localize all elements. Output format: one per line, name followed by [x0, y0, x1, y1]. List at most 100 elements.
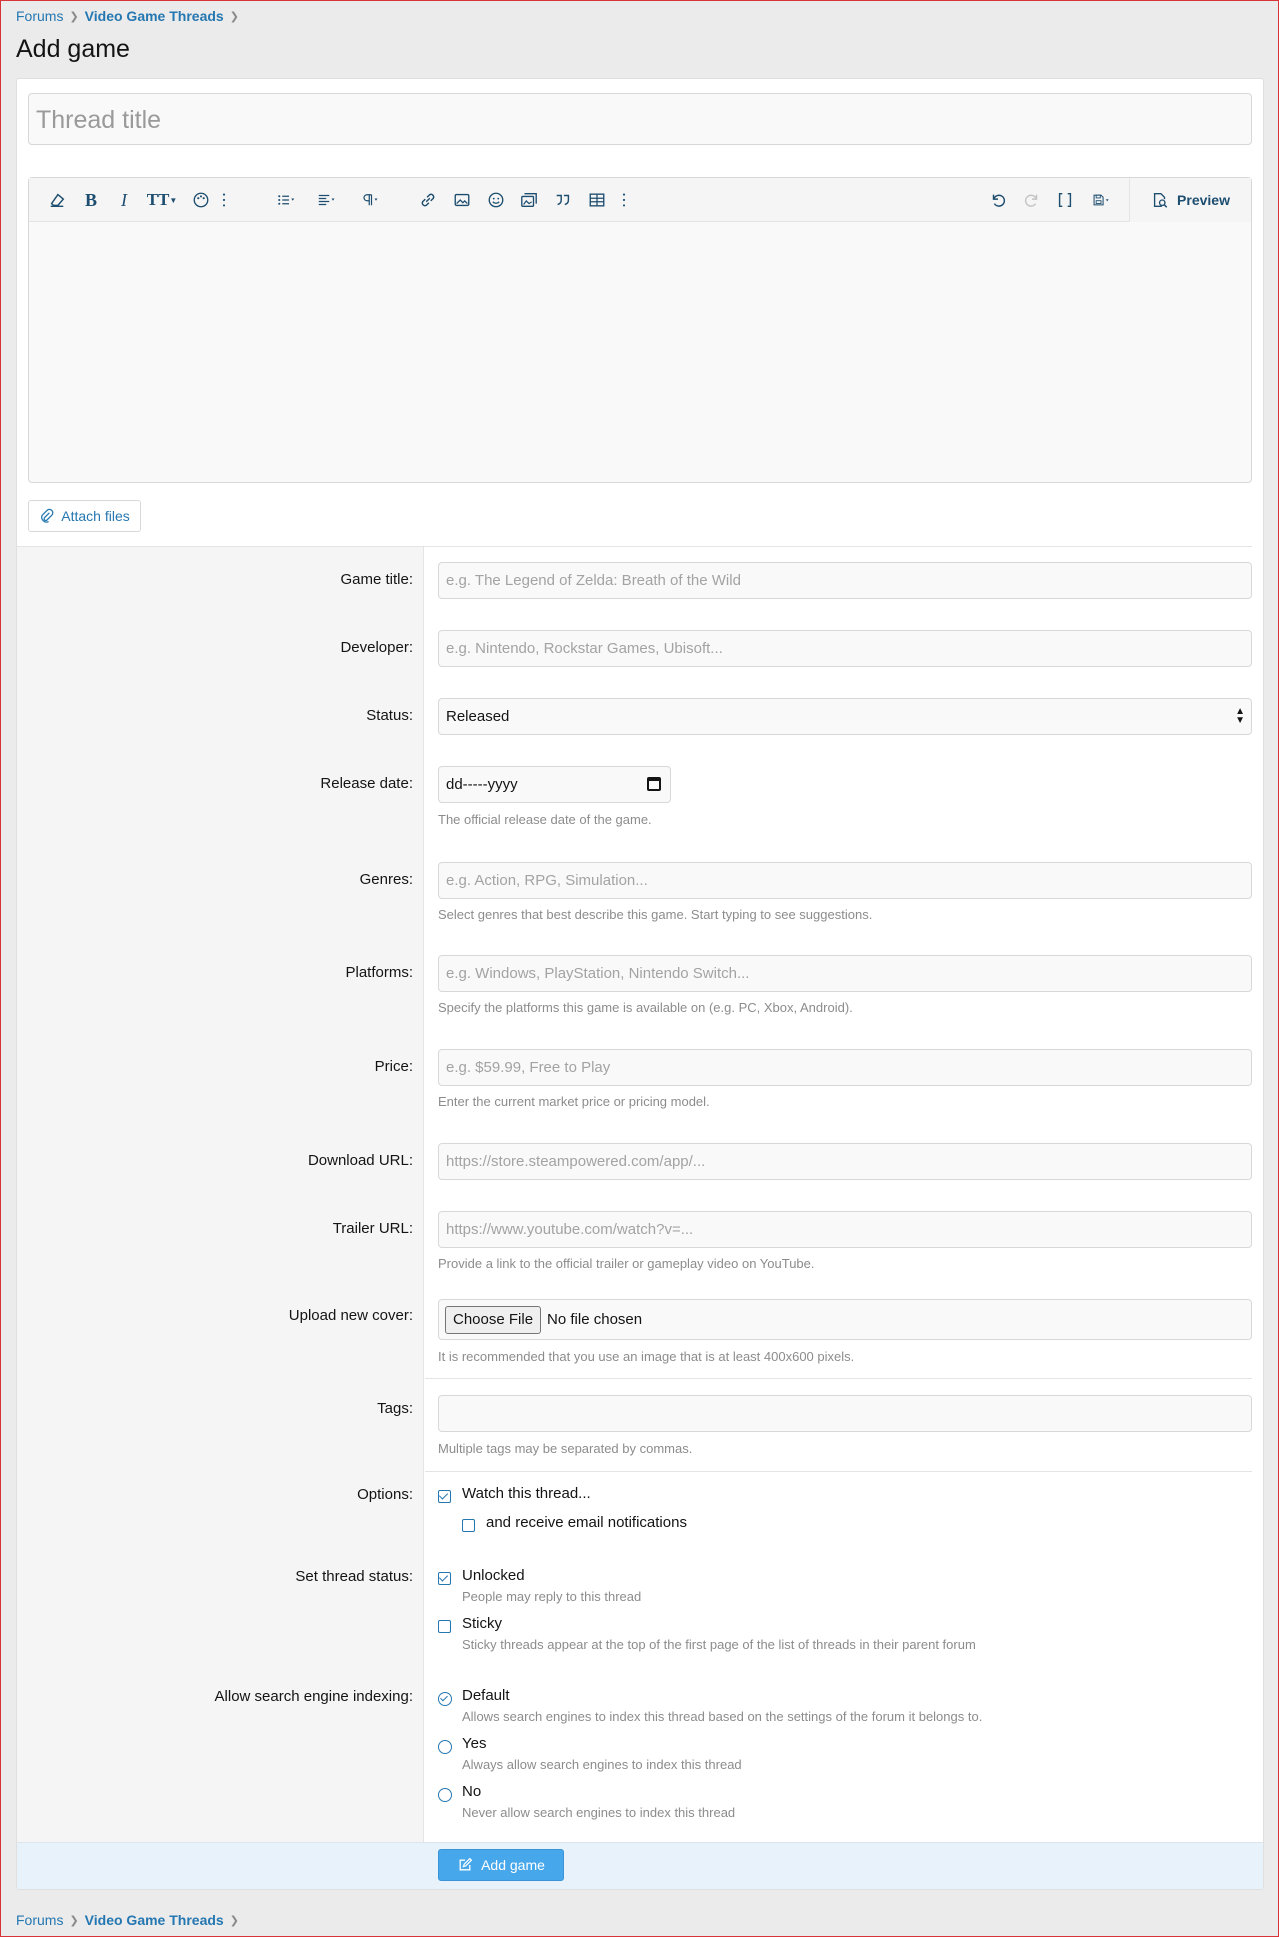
eraser-icon[interactable]: [44, 188, 70, 212]
divider: [425, 1471, 1252, 1472]
image-icon[interactable]: [449, 188, 475, 212]
tags-label: Tags:: [377, 1400, 413, 1417]
indexing-no-label[interactable]: No: [462, 1783, 481, 1800]
indexing-default-hint: Allows search engines to index this thre…: [462, 1709, 983, 1724]
game-title-input[interactable]: e.g. The Legend of Zelda: Breath of the …: [438, 562, 1252, 599]
indexing-no-radio[interactable]: [438, 1788, 452, 1802]
price-hint: Enter the current market price or pricin…: [438, 1094, 710, 1109]
release-date-value: dd-----yyyy: [446, 776, 518, 793]
watch-thread-label[interactable]: Watch this thread...: [462, 1485, 591, 1502]
select-arrows-icon: ▲ ▼: [1235, 706, 1245, 726]
bold-icon[interactable]: B: [78, 188, 104, 212]
download-url-input[interactable]: https://store.steampowered.com/app/...: [438, 1143, 1252, 1180]
media-icon[interactable]: [516, 188, 542, 212]
preview-button[interactable]: Preview: [1129, 178, 1251, 222]
indexing-no-hint: Never allow search engines to index this…: [462, 1805, 736, 1820]
more-icon[interactable]: [611, 188, 637, 212]
thread-status-label: Set thread status:: [295, 1568, 413, 1585]
breadcrumb-bottom: Forums ❯ Video Game Threads ❯: [16, 1912, 239, 1928]
tags-input[interactable]: [438, 1395, 1252, 1432]
undo-icon[interactable]: [985, 188, 1011, 212]
cover-hint: It is recommended that you use an image …: [438, 1349, 855, 1364]
sticky-checkbox[interactable]: [438, 1620, 451, 1633]
sticky-label[interactable]: Sticky: [462, 1615, 502, 1632]
release-date-input[interactable]: dd-----yyyy: [438, 766, 671, 803]
thread-title-input[interactable]: Thread title: [28, 93, 1252, 145]
preview-icon: [1153, 193, 1168, 208]
game-title-label: Game title:: [340, 571, 413, 588]
submit-row: Add game: [17, 1842, 1263, 1889]
list-icon[interactable]: [270, 188, 302, 212]
release-date-hint: The official release date of the game.: [438, 812, 652, 827]
sticky-hint: Sticky threads appear at the top of the …: [462, 1637, 976, 1652]
italic-icon[interactable]: I: [111, 188, 137, 212]
genres-input[interactable]: e.g. Action, RPG, Simulation...: [438, 862, 1252, 899]
developer-label: Developer:: [340, 639, 413, 656]
table-icon[interactable]: [584, 188, 610, 212]
redo-icon[interactable]: [1019, 188, 1045, 212]
tags-hint: Multiple tags may be separated by commas…: [438, 1441, 693, 1456]
price-input[interactable]: e.g. $59.99, Free to Play: [438, 1049, 1252, 1086]
indexing-default-radio[interactable]: [438, 1692, 452, 1706]
breadcrumb: Forums ❯ Video Game Threads ❯: [16, 8, 239, 24]
unlocked-hint: People may reply to this thread: [462, 1589, 642, 1604]
quote-icon[interactable]: [550, 188, 576, 212]
drafts-icon[interactable]: [1084, 188, 1118, 212]
form-label-column: [17, 547, 424, 1842]
rich-text-editor[interactable]: B I TT ▼ Preview: [28, 177, 1252, 483]
status-value: Released: [446, 708, 510, 725]
cover-label: Upload new cover:: [288, 1307, 413, 1324]
watch-thread-checkbox[interactable]: [438, 1490, 451, 1503]
unlocked-label[interactable]: Unlocked: [462, 1567, 525, 1584]
more-icon[interactable]: [211, 188, 237, 212]
breadcrumb-section[interactable]: Video Game Threads: [85, 1912, 224, 1928]
price-label: Price:: [374, 1058, 413, 1075]
chevron-right-icon: ❯: [69, 1914, 79, 1927]
add-game-button[interactable]: Add game: [438, 1849, 564, 1881]
preview-label: Preview: [1177, 192, 1230, 208]
paragraph-icon[interactable]: [354, 188, 386, 212]
chevron-right-icon: ❯: [229, 1914, 239, 1927]
trailer-url-input[interactable]: https://www.youtube.com/watch?v=...: [438, 1211, 1252, 1248]
chevron-right-icon: ❯: [229, 10, 239, 23]
trailer-url-hint: Provide a link to the official trailer o…: [438, 1256, 815, 1271]
form-block: Thread title B I TT ▼ Preview Attach fil…: [16, 78, 1264, 1890]
divider: [425, 1378, 1252, 1379]
attach-files-button[interactable]: Attach files: [28, 500, 141, 532]
bbcode-icon[interactable]: [1052, 188, 1078, 212]
add-game-label: Add game: [481, 1857, 545, 1873]
platforms-label: Platforms:: [345, 964, 413, 981]
attach-files-label: Attach files: [61, 508, 130, 524]
unlocked-checkbox[interactable]: [438, 1572, 451, 1585]
developer-input[interactable]: e.g. Nintendo, Rockstar Games, Ubisoft..…: [438, 630, 1252, 667]
status-select[interactable]: Released ▲ ▼: [438, 698, 1252, 735]
breadcrumb-forums[interactable]: Forums: [16, 8, 63, 24]
smiley-icon[interactable]: [483, 188, 509, 212]
breadcrumb-forums[interactable]: Forums: [16, 1912, 63, 1928]
release-date-label: Release date:: [320, 775, 413, 792]
choose-file-button[interactable]: Choose File: [445, 1305, 542, 1334]
cover-file-status: No file chosen: [547, 1311, 643, 1328]
genres-hint: Select genres that best describe this ga…: [438, 907, 873, 922]
email-notifications-checkbox[interactable]: [462, 1519, 475, 1532]
download-url-label: Download URL:: [307, 1152, 413, 1169]
status-label: Status:: [366, 707, 413, 724]
edit-icon: [459, 1857, 473, 1871]
indexing-yes-hint: Always allow search engines to index thi…: [462, 1757, 742, 1772]
platforms-hint: Specify the platforms this game is avail…: [438, 1000, 853, 1015]
link-icon[interactable]: [415, 188, 441, 212]
options-label: Options:: [357, 1486, 413, 1503]
align-icon[interactable]: [311, 188, 343, 212]
platforms-input[interactable]: e.g. Windows, PlayStation, Nintendo Swit…: [438, 955, 1252, 992]
indexing-yes-label[interactable]: Yes: [462, 1735, 486, 1752]
paperclip-icon: [41, 508, 54, 523]
font-size-icon[interactable]: TT ▼: [144, 188, 180, 212]
indexing-yes-radio[interactable]: [438, 1740, 452, 1754]
chevron-right-icon: ❯: [69, 10, 79, 23]
email-notifications-label[interactable]: and receive email notifications: [486, 1514, 687, 1531]
calendar-icon[interactable]: [647, 777, 661, 791]
indexing-default-label[interactable]: Default: [462, 1687, 510, 1704]
cover-file-input[interactable]: Choose File No file chosen: [438, 1299, 1252, 1340]
breadcrumb-section[interactable]: Video Game Threads: [85, 8, 224, 24]
genres-label: Genres:: [359, 871, 413, 888]
